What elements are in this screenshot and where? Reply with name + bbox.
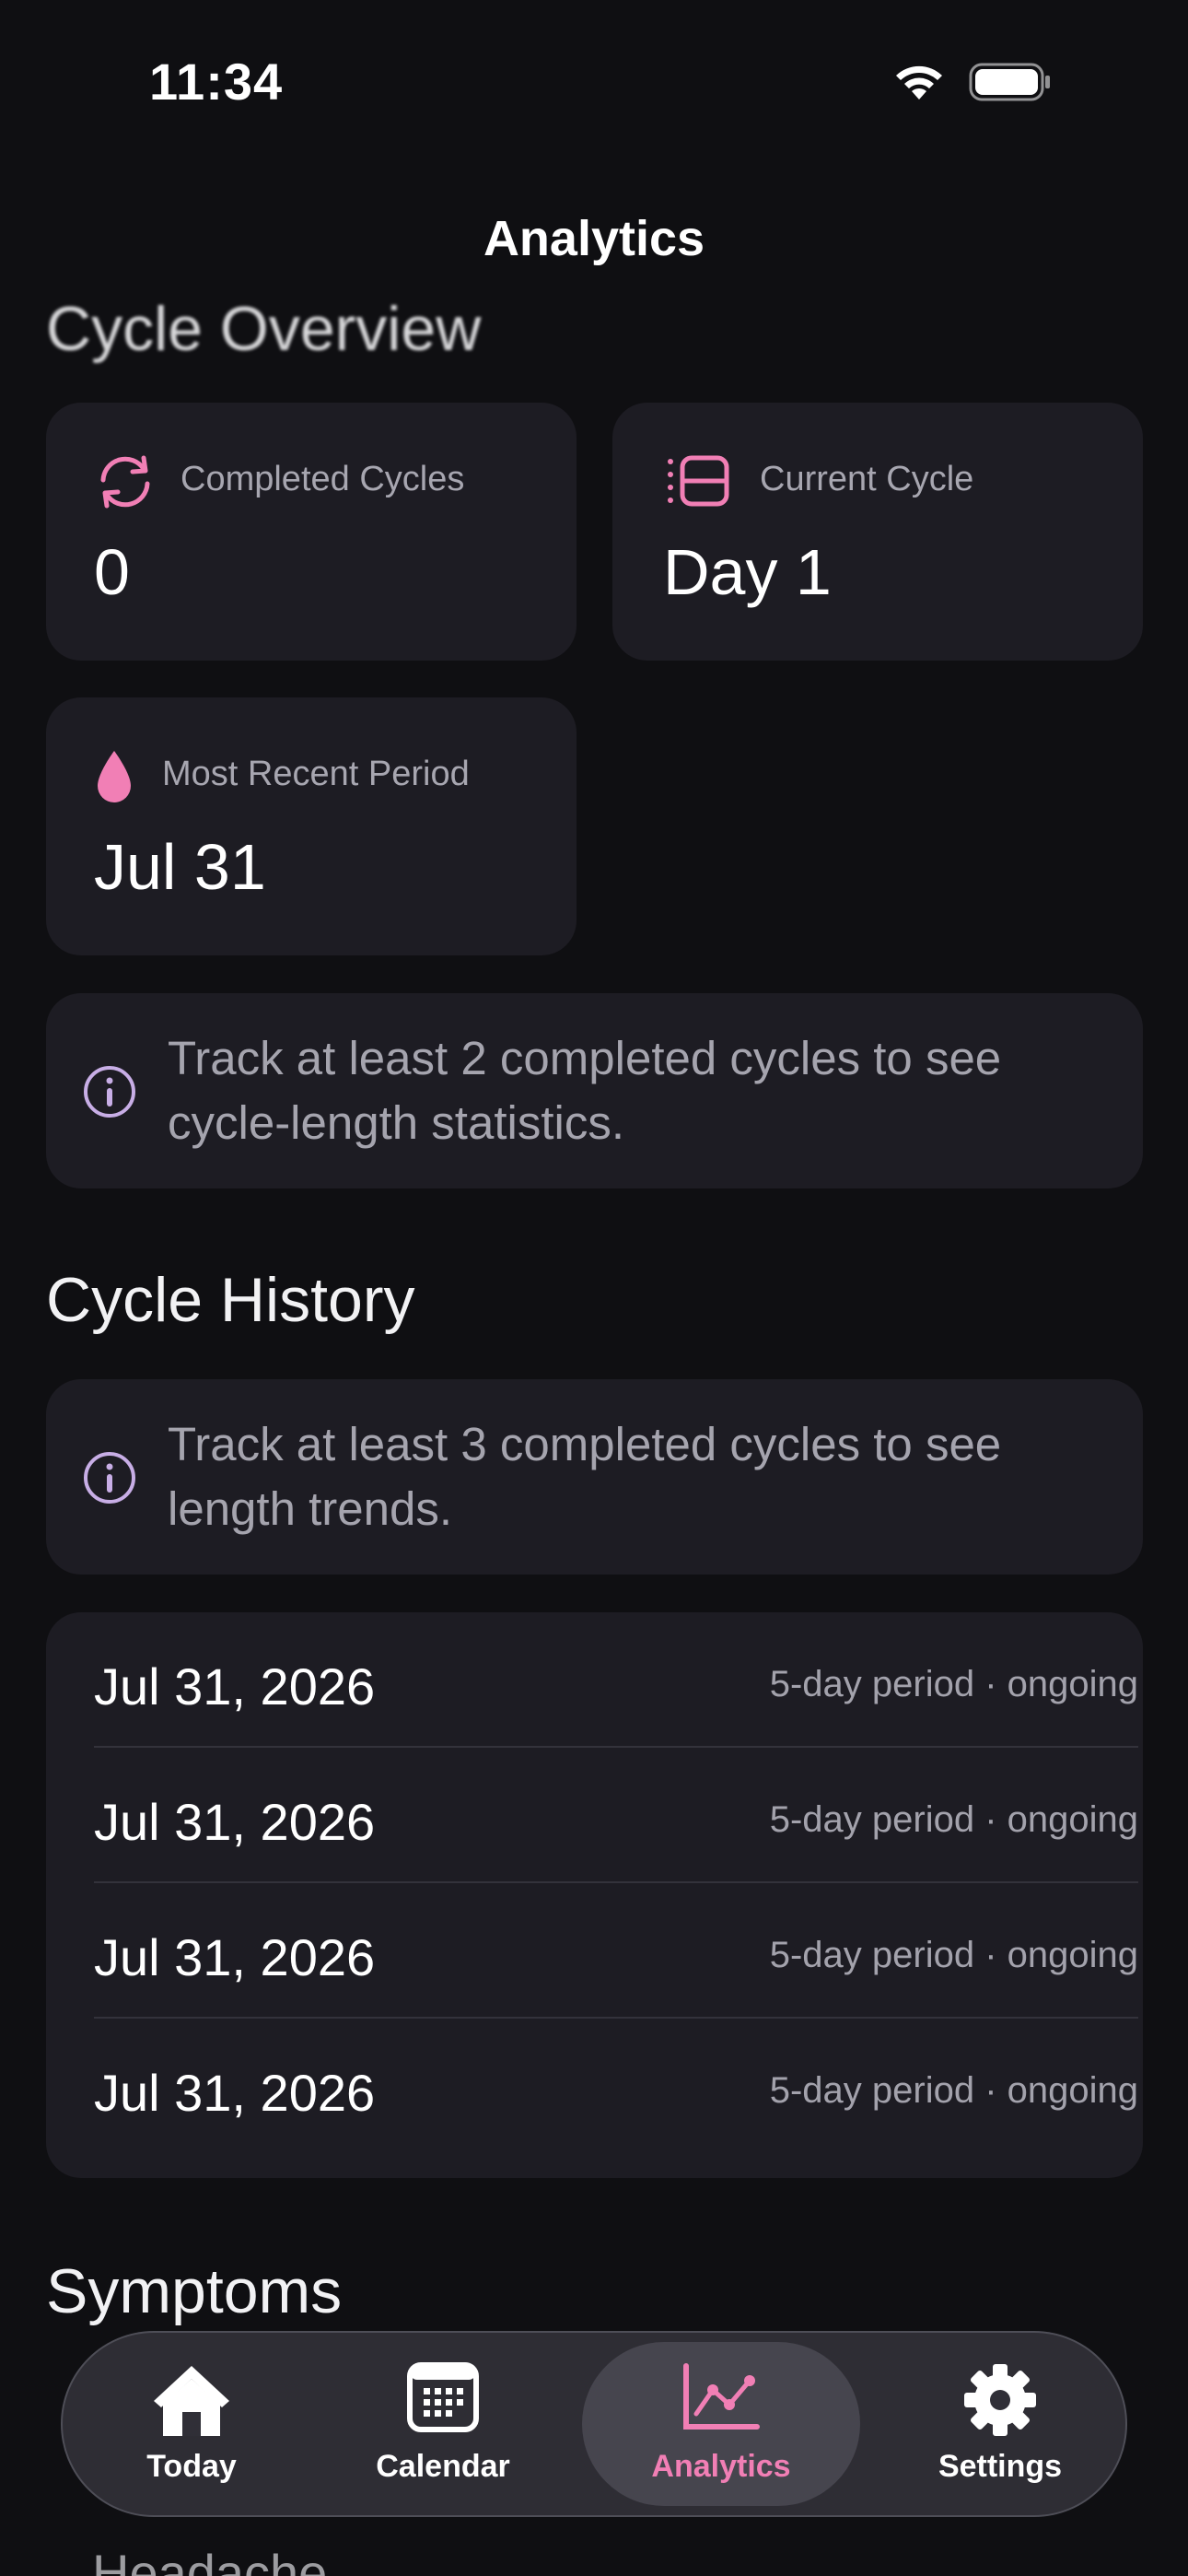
history-row[interactable]: Jul 31, 2026 5-day period · ongoing: [94, 1748, 1138, 1883]
current-cycle-label: Current Cycle: [760, 460, 974, 498]
wifi-icon: [896, 65, 942, 100]
battery-icon: [969, 63, 1050, 101]
current-cycle-card: Current Cycle Day 1: [612, 403, 1143, 661]
completed-cycles-label: Completed Cycles: [181, 460, 465, 498]
symptom-item-label[interactable]: Headache: [92, 2543, 327, 2576]
section-title-cycle-history: Cycle History: [46, 1265, 415, 1335]
tab-today[interactable]: Today: [74, 2342, 309, 2506]
history-detail: 5-day period · ongoing: [769, 2070, 1138, 2111]
cycle-arrows-icon: [100, 455, 150, 509]
history-date: Jul 31, 2026: [94, 1657, 376, 1715]
gear-icon: [964, 2364, 1036, 2436]
history-row[interactable]: Jul 31, 2026 5-day period · ongoing: [94, 1883, 1138, 2019]
drop-icon: [98, 751, 131, 802]
house-icon: [154, 2366, 229, 2436]
calendar-icon: [407, 2362, 479, 2432]
info-icon: [84, 1452, 135, 1504]
history-detail: 5-day period · ongoing: [769, 1664, 1138, 1704]
status-time: 11:34: [149, 53, 284, 111]
history-date: Jul 31, 2026: [94, 1793, 376, 1851]
cycle-history-list: Jul 31, 2026 5-day period · ongoing Jul …: [46, 1612, 1143, 2178]
history-date: Jul 31, 2026: [94, 1928, 376, 1986]
history-detail: 5-day period · ongoing: [769, 1799, 1138, 1840]
section-title-symptoms: Symptoms: [46, 2256, 343, 2326]
history-row[interactable]: Jul 31, 2026 5-day period · ongoing: [94, 2019, 1138, 2154]
history-row[interactable]: Jul 31, 2026 5-day period · ongoing: [94, 1612, 1138, 1748]
tab-label: Settings: [938, 2449, 1063, 2484]
most-recent-period-value: Jul 31: [94, 831, 266, 903]
most-recent-period-label: Most Recent Period: [162, 755, 470, 793]
length-trends-info-text: Track at least 3 completed cycles to see…: [168, 1418, 1002, 1535]
tab-analytics[interactable]: Analytics: [582, 2342, 860, 2506]
section-title-cycle-overview: Cycle Overview: [46, 294, 482, 364]
length-trends-info-card: Track at least 3 completed cycles to see…: [46, 1379, 1143, 1575]
current-cycle-value: Day 1: [663, 536, 832, 608]
tab-calendar[interactable]: Calendar: [332, 2342, 554, 2506]
tab-bar: Today Calendar Analytics Settings: [61, 2331, 1127, 2517]
completed-cycles-card: Completed Cycles 0: [46, 403, 577, 661]
tab-label: Today: [146, 2449, 237, 2484]
cycle-stats-info-text: Track at least 2 completed cycles to see…: [168, 1032, 1002, 1149]
cycle-stats-info-card: Track at least 2 completed cycles to see…: [46, 993, 1143, 1188]
history-detail: 5-day period · ongoing: [769, 1935, 1138, 1975]
tab-label: Analytics: [651, 2449, 791, 2484]
info-icon: [84, 1066, 135, 1118]
chart-icon: [683, 2363, 760, 2430]
cycle-list-icon: [668, 455, 729, 507]
completed-cycles-value: 0: [94, 536, 130, 608]
page-title: Analytics: [483, 211, 705, 266]
tab-settings[interactable]: Settings: [882, 2342, 1118, 2506]
tab-label: Calendar: [376, 2449, 510, 2484]
history-date: Jul 31, 2026: [94, 2064, 376, 2122]
most-recent-period-card: Most Recent Period Jul 31: [46, 697, 577, 955]
status-bar: 11:34: [0, 0, 1188, 157]
